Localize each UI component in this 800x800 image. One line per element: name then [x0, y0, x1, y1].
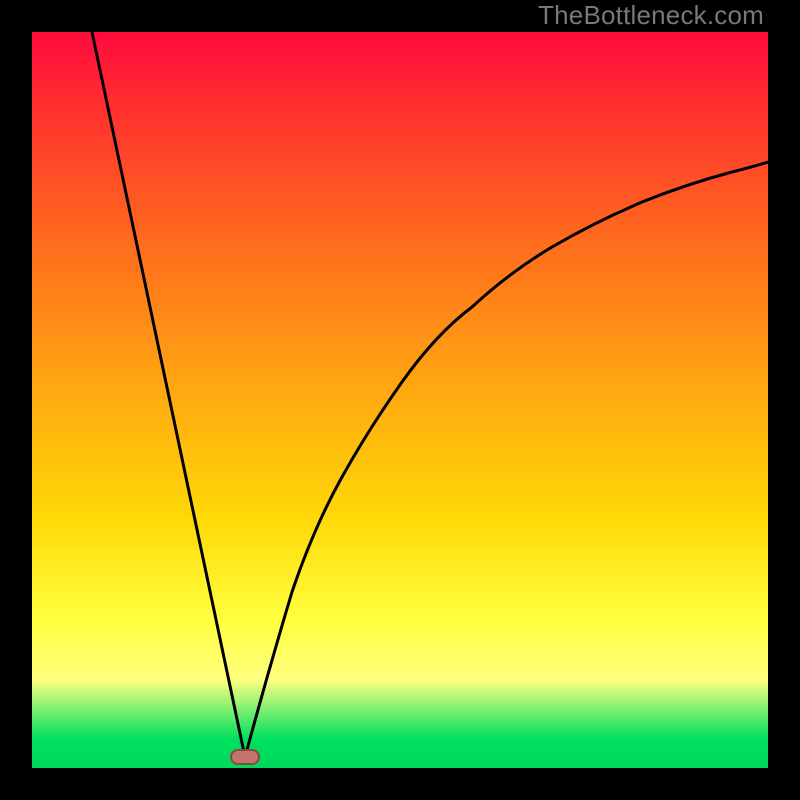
- right-branch-curve: [245, 162, 768, 757]
- chart-curve-layer: [32, 32, 768, 768]
- left-branch-curve: [92, 32, 245, 757]
- vertex-marker: [231, 750, 259, 764]
- watermark-label: TheBottleneck.com: [538, 0, 764, 31]
- chart-frame: TheBottleneck.com: [0, 0, 800, 800]
